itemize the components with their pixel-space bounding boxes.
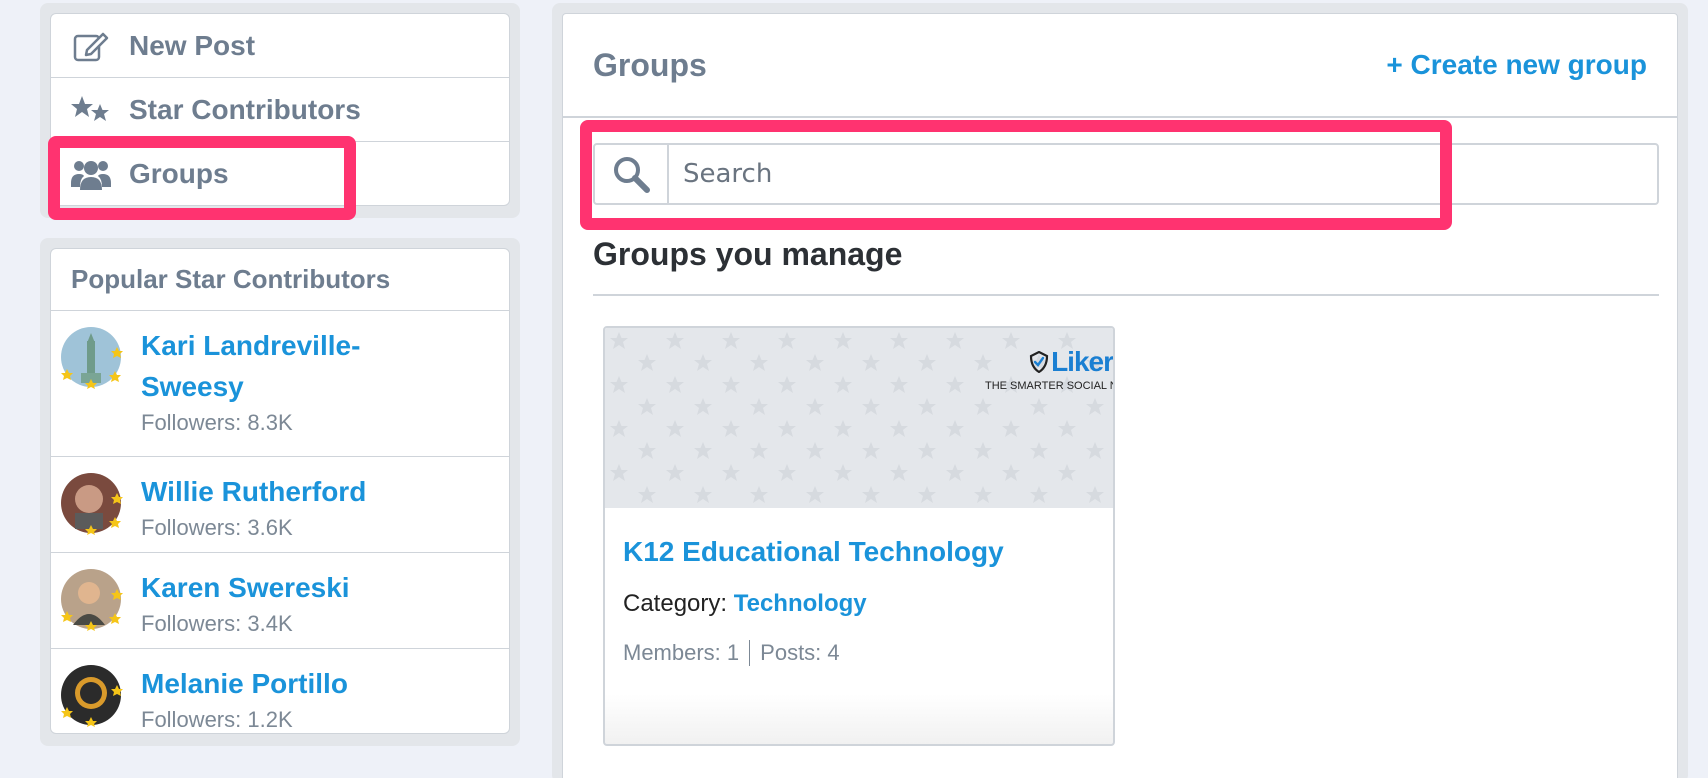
avatar xyxy=(59,325,123,389)
contributor-item[interactable]: Willie Rutherford Followers: 3.6K xyxy=(51,457,509,553)
liker-logo: Liker THE SMARTER SOCIAL NETWORK xyxy=(985,346,1113,392)
contributor-name[interactable]: Kari Landreville-Sweesy xyxy=(141,325,401,407)
contributor-followers: Followers: 1.2K xyxy=(141,707,293,732)
nav-panel: New Post Star Contributors Groups xyxy=(40,3,520,218)
group-name[interactable]: K12 Educational Technology xyxy=(623,536,1095,568)
posts-count: Posts: 4 xyxy=(760,640,840,665)
contributor-info: Karen Swereski Followers: 3.4K xyxy=(141,567,350,636)
contributors-list: Popular Star Contributors Kari Landrevil… xyxy=(50,248,510,734)
groups-header: Groups + Create new group xyxy=(563,14,1677,118)
nav-label: Star Contributors xyxy=(129,93,361,125)
contributor-item[interactable]: Melanie Portillo Followers: 1.2K xyxy=(51,649,509,733)
group-card[interactable]: Liker THE SMARTER SOCIAL NETWORK K12 Edu… xyxy=(603,326,1115,746)
shield-check-icon xyxy=(1029,350,1049,374)
contributor-info: Willie Rutherford Followers: 3.6K xyxy=(141,471,366,540)
create-group-link[interactable]: + Create new group xyxy=(1386,49,1647,81)
contributor-name[interactable]: Melanie Portillo xyxy=(141,663,348,704)
contributor-followers: Followers: 8.3K xyxy=(141,410,293,435)
nav-menu: New Post Star Contributors Groups xyxy=(50,13,510,206)
category-link[interactable]: Technology xyxy=(734,590,867,617)
contributor-item[interactable]: Kari Landreville-Sweesy Followers: 8.3K xyxy=(51,311,509,457)
stars-icon xyxy=(71,93,111,127)
group-stats: Members: 1 Posts: 4 xyxy=(623,640,1095,666)
contributor-name[interactable]: Karen Swereski xyxy=(141,567,350,608)
avatar xyxy=(59,663,123,727)
search-icon[interactable] xyxy=(595,145,669,203)
contributor-name[interactable]: Willie Rutherford xyxy=(141,471,366,512)
users-icon xyxy=(71,157,111,191)
nav-item-groups[interactable]: Groups xyxy=(51,142,509,206)
search-input[interactable] xyxy=(669,145,1657,203)
group-details: K12 Educational Technology Category: Tec… xyxy=(605,508,1113,666)
contributors-title: Popular Star Contributors xyxy=(51,249,509,311)
contributor-item[interactable]: Karen Swereski Followers: 3.4K xyxy=(51,553,509,649)
group-banner: Liker THE SMARTER SOCIAL NETWORK xyxy=(605,328,1113,508)
page: New Post Star Contributors Groups Popula… xyxy=(0,0,1708,778)
avatar xyxy=(59,471,123,535)
contributor-info: Kari Landreville-Sweesy Followers: 8.3K xyxy=(141,325,401,444)
nav-label: Groups xyxy=(129,158,229,189)
group-category: Category: Technology xyxy=(623,590,1095,618)
category-label: Category: xyxy=(623,590,728,617)
section-title: Groups you manage xyxy=(593,236,903,272)
contributor-followers: Followers: 3.6K xyxy=(141,515,293,540)
edit-icon xyxy=(71,29,111,63)
divider xyxy=(593,294,1659,296)
logo-text: Liker xyxy=(1051,346,1113,377)
logo-tagline: THE SMARTER SOCIAL NETWORK xyxy=(985,380,1113,392)
nav-label: New Post xyxy=(129,29,256,61)
contributors-panel: Popular Star Contributors Kari Landrevil… xyxy=(40,238,520,746)
logo-word: Liker xyxy=(985,346,1113,378)
groups-content: Groups + Create new group Groups you man… xyxy=(562,13,1678,778)
contributor-followers: Followers: 3.4K xyxy=(141,611,293,636)
group-search xyxy=(593,143,1659,205)
contributor-info: Melanie Portillo Followers: 1.2K xyxy=(141,663,348,733)
nav-item-new-post[interactable]: New Post xyxy=(51,14,509,78)
nav-item-star-contributors[interactable]: Star Contributors xyxy=(51,78,509,142)
page-title: Groups xyxy=(593,46,707,83)
members-count: Members: 1 xyxy=(623,640,740,665)
avatar xyxy=(59,567,123,631)
main-panel: Groups + Create new group Groups you man… xyxy=(552,3,1688,778)
stat-separator xyxy=(749,640,751,666)
